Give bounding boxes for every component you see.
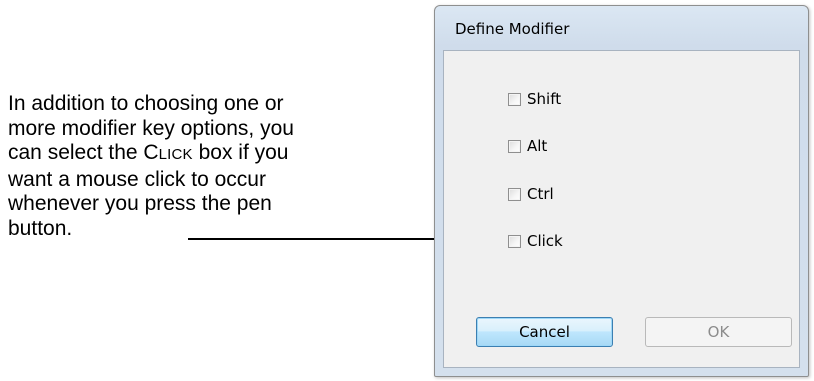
annotation-line: want a mouse click to occur [8, 167, 266, 191]
click-checkbox[interactable] [508, 234, 521, 248]
alt-checkbox-label[interactable]: Alt [527, 137, 547, 155]
dialog-title: Define Modifier [455, 20, 570, 38]
ok-button[interactable]: OK [645, 317, 792, 347]
dialog-client-area: Shift Alt Ctrl Click Cancel OK [443, 50, 800, 368]
alt-checkbox[interactable] [508, 139, 521, 153]
annotation-fragment: box if you [192, 141, 289, 164]
checkbox-row-shift[interactable]: Shift [508, 89, 561, 109]
dialog-titlebar[interactable]: Define Modifier [435, 6, 808, 50]
annotation-fragment: can select the [8, 141, 144, 164]
ctrl-checkbox[interactable] [508, 187, 521, 201]
click-checkbox-label[interactable]: Click [527, 232, 563, 250]
define-modifier-dialog: Define Modifier Shift Alt Ctrl Click Can… [434, 5, 809, 377]
annotation-line: can select the CLICK box if you [8, 141, 298, 168]
annotation-line: whenever you press the pen [8, 192, 272, 215]
checkbox-row-alt[interactable]: Alt [508, 136, 547, 156]
click-word-smallcaps: LICK [158, 146, 193, 163]
shift-checkbox-label[interactable]: Shift [527, 90, 561, 108]
shift-checkbox[interactable] [508, 92, 521, 106]
click-word-initial: C [143, 141, 159, 164]
checkbox-row-click[interactable]: Click [508, 231, 563, 251]
cancel-button[interactable]: Cancel [476, 317, 613, 347]
ctrl-checkbox-label[interactable]: Ctrl [527, 185, 554, 203]
annotation-line: more modifier key options, you [8, 116, 294, 140]
annotation-line: In addition to choosing one or [8, 92, 284, 115]
checkbox-row-ctrl[interactable]: Ctrl [508, 184, 554, 204]
annotation-text: In addition to choosing one or more modi… [8, 92, 298, 241]
